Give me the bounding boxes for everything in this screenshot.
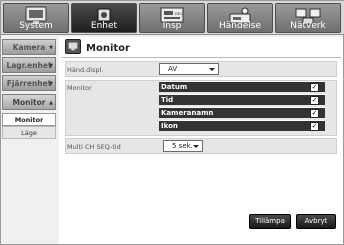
sidebar-subitem-lage[interactable]: Läge <box>2 126 56 139</box>
tab-label: Nätverk <box>290 21 326 31</box>
svg-text:REC: REC <box>175 11 184 16</box>
checkbox[interactable]: ✓ <box>310 122 319 131</box>
app-window: System Enhet REC Insp Händelse Nätverk K… <box>0 0 344 245</box>
monitor-settings-icon <box>65 39 81 54</box>
expand-arrow-icon: ▼ <box>49 63 53 69</box>
option-datum[interactable]: Datum ✓ <box>159 81 325 92</box>
sidebar-item-label: Fjärrenhet <box>6 79 52 88</box>
sidebar-item-kamera[interactable]: Kamera ▼ <box>2 39 56 55</box>
seq-label: Multi CH SEQ-tid <box>67 143 121 151</box>
tab-system[interactable]: System <box>3 3 69 33</box>
checkbox[interactable]: ✓ <box>310 83 319 92</box>
sidebar-item-fjarrenhet[interactable]: Fjärrenhet ▼ <box>2 75 56 91</box>
tab-handelse[interactable]: Händelse <box>207 3 273 33</box>
option-label: Kameranamn <box>161 109 214 117</box>
option-kameranamn[interactable]: Kameranamn ✓ <box>159 107 325 118</box>
checkbox[interactable]: ✓ <box>310 96 319 105</box>
sidebar-item-label: Lagr.enhet <box>6 61 52 70</box>
tab-label: Händelse <box>219 21 261 31</box>
option-tid[interactable]: Tid ✓ <box>159 94 325 105</box>
option-label: Tid <box>161 96 174 104</box>
option-label: Datum <box>161 83 188 91</box>
seq-value: 5 sek. <box>172 142 193 150</box>
hand-displ-label: Händ.displ. <box>67 66 104 74</box>
option-ikon[interactable]: Ikon ✓ <box>159 120 325 131</box>
hand-displ-select[interactable]: AV <box>159 63 219 75</box>
checkbox[interactable]: ✓ <box>310 109 319 118</box>
option-label: Ikon <box>161 122 178 130</box>
expand-arrow-icon: ▼ <box>49 45 53 51</box>
tab-enhet[interactable]: Enhet <box>71 3 137 33</box>
tab-label: Enhet <box>90 21 118 31</box>
chevron-down-icon <box>193 145 199 148</box>
page-title: Monitor <box>86 43 130 54</box>
tab-label: System <box>19 21 53 31</box>
title-divider <box>61 57 341 58</box>
expand-arrow-icon: ▼ <box>49 81 53 87</box>
hand-displ-value: AV <box>168 65 178 73</box>
collapse-arrow-icon: ▲ <box>49 100 53 106</box>
chevron-down-icon <box>209 68 215 71</box>
apply-button[interactable]: Tillämpa <box>249 214 291 229</box>
sidebar-subitem-monitor[interactable]: Monitor <box>2 113 56 126</box>
sidebar: Kamera ▼ Lagr.enhet ▼ Fjärrenhet ▼ Monit… <box>1 37 57 245</box>
sidebar-item-lagr-enhet[interactable]: Lagr.enhet ▼ <box>2 57 56 73</box>
seq-select[interactable]: 5 sek. <box>163 140 203 152</box>
cancel-button[interactable]: Avbryt <box>296 214 336 229</box>
tab-insp[interactable]: REC Insp <box>139 3 205 33</box>
monitor-label: Monitor <box>67 84 92 92</box>
sidebar-item-monitor[interactable]: Monitor ▲ <box>2 94 56 110</box>
sidebar-item-label: Monitor <box>12 98 46 107</box>
top-menu: System Enhet REC Insp Händelse Nätverk <box>1 1 344 35</box>
sidebar-item-label: Kamera <box>12 43 46 52</box>
tab-label: Insp <box>162 21 182 31</box>
main-panel: Monitor Händ.displ. AV Monitor Datum ✓ T… <box>59 37 343 244</box>
tab-natverk[interactable]: Nätverk <box>275 3 341 33</box>
